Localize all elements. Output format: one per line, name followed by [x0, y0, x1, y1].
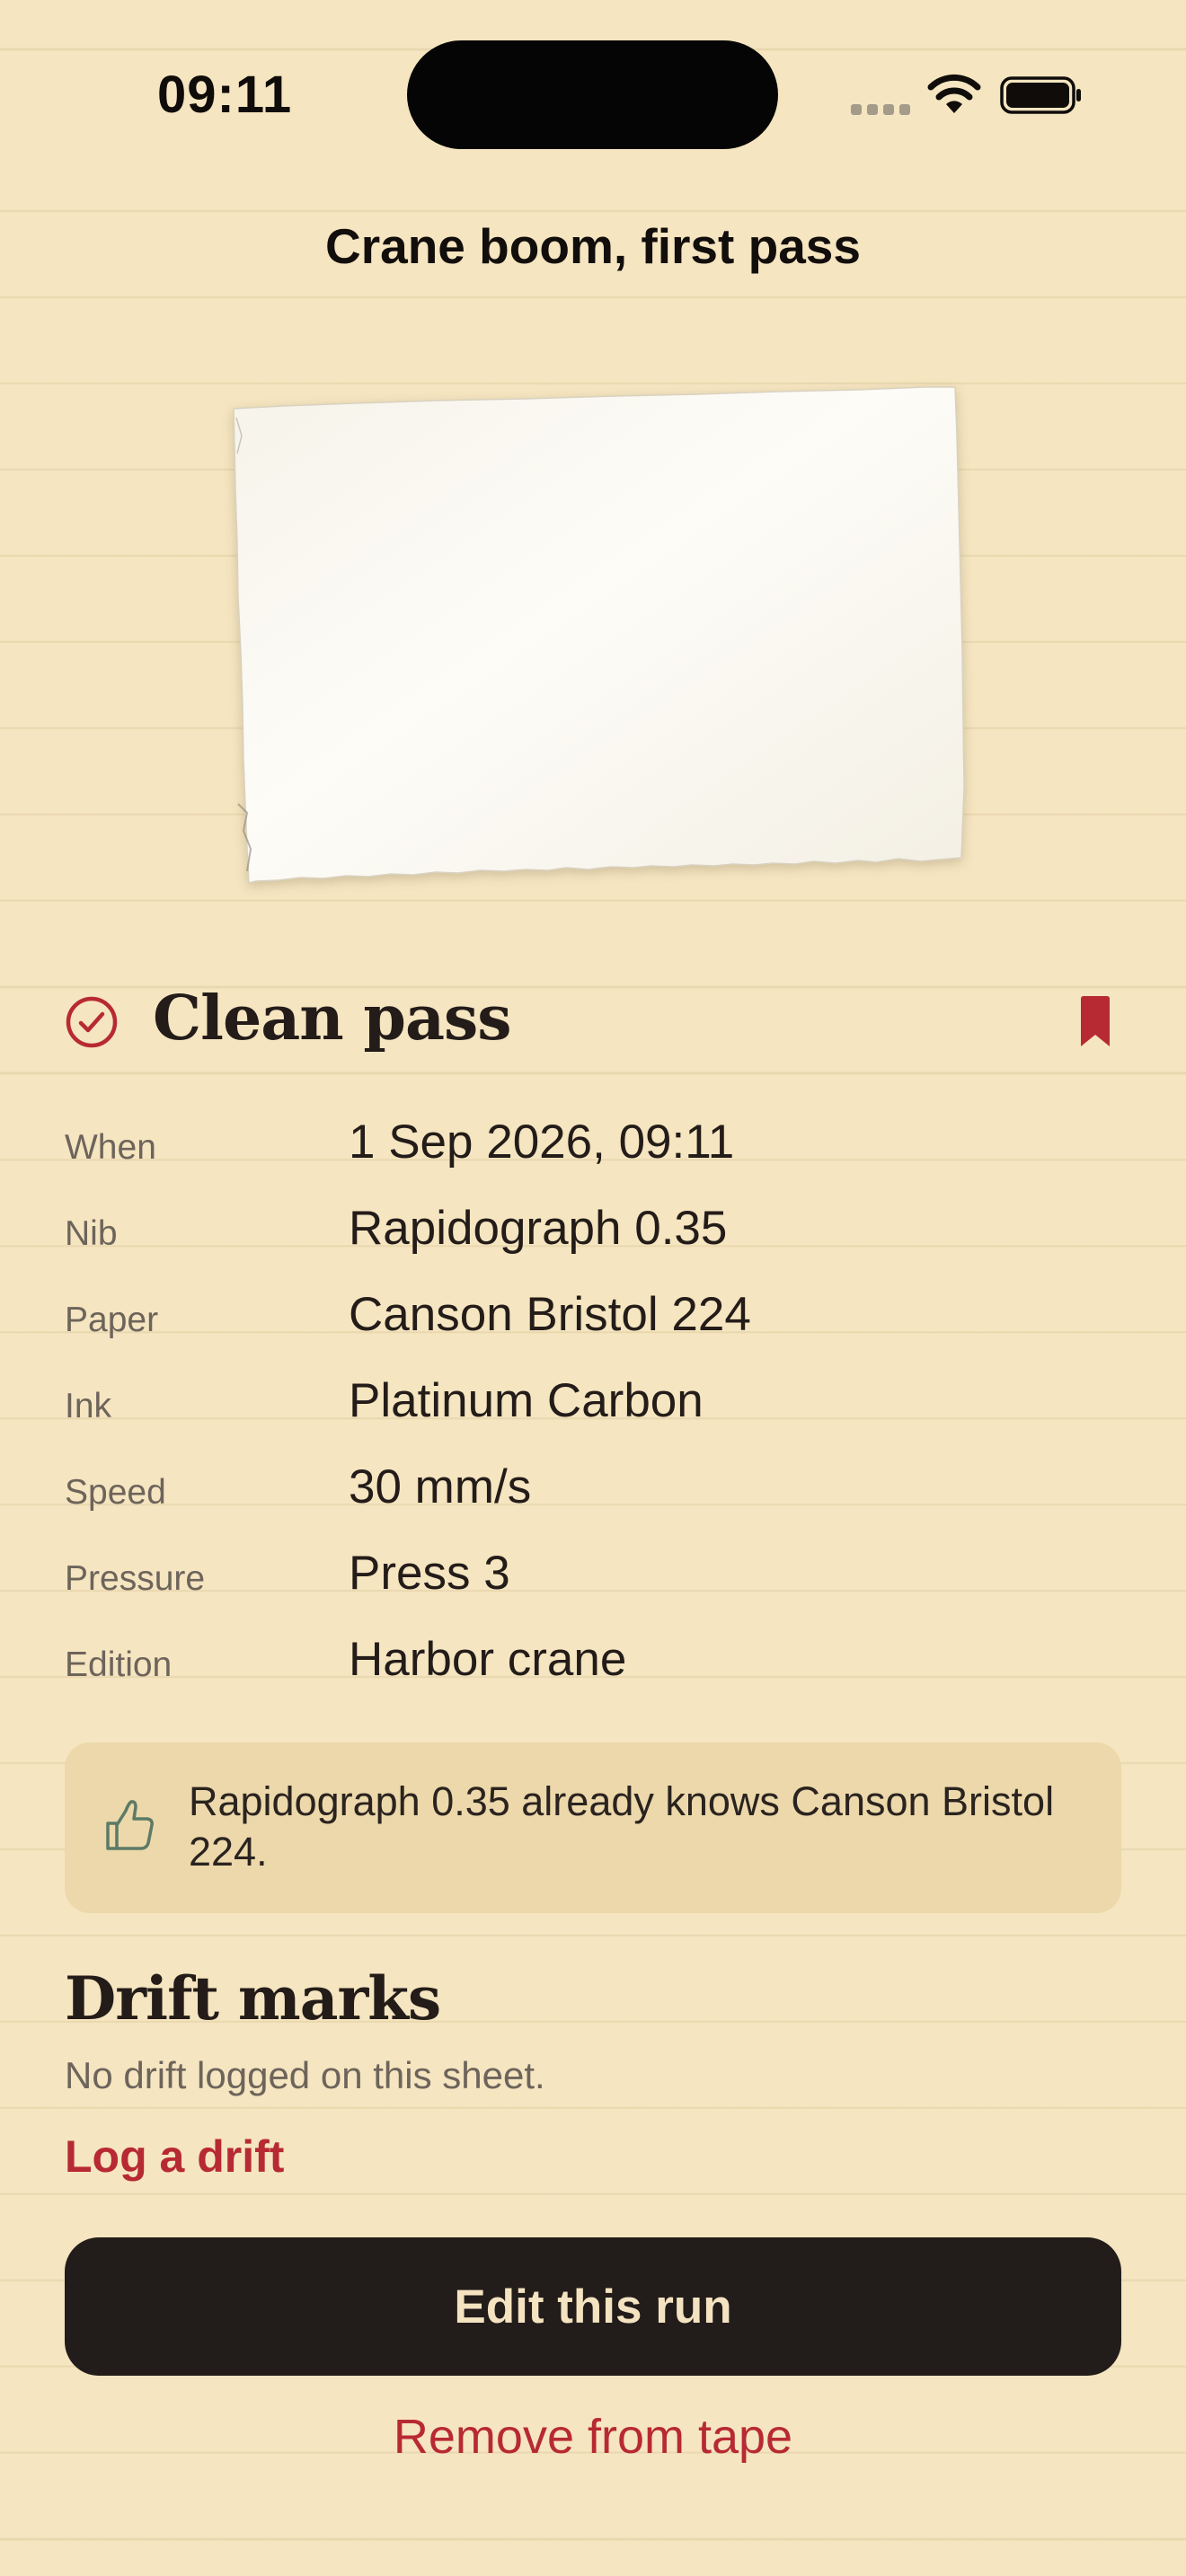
detail-label: Paper	[65, 1301, 159, 1339]
detail-row-paper: Paper Canson Bristol 224	[65, 1274, 1125, 1360]
edit-run-label: Edit this run	[454, 2280, 732, 2333]
detail-label: Ink	[65, 1387, 112, 1425]
detail-label: Speed	[65, 1473, 166, 1512]
detail-row-nib: Nib Rapidograph 0.35	[65, 1187, 1125, 1274]
status-time: 09:11	[157, 66, 293, 124]
sheet-preview	[229, 382, 975, 912]
remove-from-tape-button[interactable]: Remove from tape	[0, 2409, 1186, 2465]
edit-run-button[interactable]: Edit this run	[65, 2237, 1121, 2376]
detail-value: Harbor crane	[349, 1633, 627, 1686]
detail-row-speed: Speed 30 mm/s	[65, 1446, 1125, 1532]
log-drift-link[interactable]: Log a drift	[65, 2130, 284, 2183]
drift-empty-note: No drift logged on this sheet.	[65, 2054, 545, 2096]
detail-row-edition: Edition Harbor crane	[65, 1619, 1125, 1705]
detail-value: Rapidograph 0.35	[349, 1202, 728, 1255]
detail-row-pressure: Pressure Press 3	[65, 1532, 1125, 1619]
detail-value: Press 3	[349, 1547, 510, 1600]
detail-value: 30 mm/s	[349, 1460, 532, 1513]
detail-value: Canson Bristol 224	[349, 1288, 751, 1341]
result-title: Clean pass	[153, 983, 512, 1054]
thumbs-up-icon	[106, 1800, 154, 1850]
detail-value: Platinum Carbon	[349, 1374, 704, 1427]
detail-label: Edition	[65, 1645, 173, 1684]
cellular-signal-icon	[851, 104, 910, 115]
detail-row-when: When 1 Sep 2026, 09:11	[65, 1101, 1125, 1187]
torn-paper-image	[233, 386, 965, 884]
check-circle-icon	[66, 996, 118, 1048]
detail-label: When	[65, 1128, 156, 1167]
detail-label: Pressure	[65, 1559, 206, 1598]
dynamic-island	[407, 40, 778, 149]
detail-value: 1 Sep 2026, 09:11	[349, 1116, 735, 1169]
compatibility-callout: Rapidograph 0.35 already knows Canson Br…	[65, 1742, 1121, 1913]
drift-marks-title: Drift marks	[65, 1963, 441, 2033]
page-title: Crane boom, first pass	[325, 218, 861, 274]
wifi-icon	[927, 74, 981, 113]
bookmark-icon[interactable]	[1076, 995, 1114, 1049]
callout-text: Rapidograph 0.35 already knows Canson Br…	[189, 1778, 1055, 1875]
detail-label: Nib	[65, 1214, 118, 1253]
detail-row-ink: Ink Platinum Carbon	[65, 1360, 1125, 1446]
battery-icon	[1000, 76, 1081, 114]
